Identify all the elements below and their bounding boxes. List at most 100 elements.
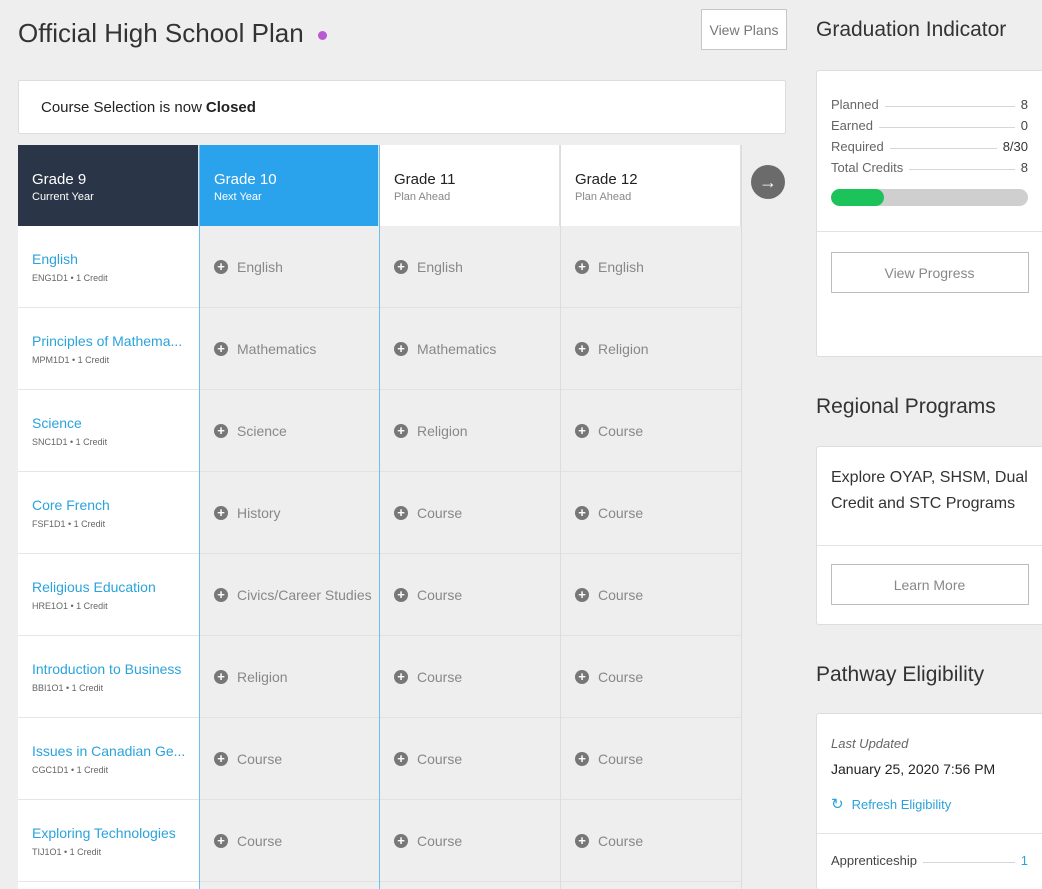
notice-text: Course Selection is now [41, 98, 202, 116]
add-icon: + [214, 751, 228, 766]
grade-name: Grade 10 [214, 171, 277, 188]
add-course-slot[interactable]: + Religion [380, 390, 560, 472]
graduation-indicator-title: Graduation Indicator [816, 18, 1007, 41]
grade-12-header[interactable]: Grade 12 Plan Ahead [561, 145, 741, 226]
grade-12-column: Grade 12 Plan Ahead + English + Religion +… [561, 145, 742, 889]
add-course-slot[interactable]: + Course [200, 718, 379, 800]
add-icon: + [214, 669, 228, 684]
add-course-slot[interactable]: + Course [561, 718, 741, 800]
course-title[interactable]: Core French [32, 497, 199, 513]
view-progress-button[interactable]: View Progress [830, 252, 1029, 293]
graduation-progress-bar [831, 189, 1028, 206]
course-title[interactable]: Exploring Technologies [32, 825, 199, 841]
add-icon: + [214, 341, 228, 356]
grade-name: Grade 12 [575, 171, 638, 188]
add-course-slot[interactable]: + Course [380, 718, 560, 800]
slot-label: Religion [237, 668, 288, 685]
add-course-slot[interactable]: + Religion [561, 308, 741, 390]
add-course-slot[interactable]: + English [561, 226, 741, 308]
add-course-slot[interactable]: + Course [561, 636, 741, 718]
grade-subtitle: Next Year [214, 191, 262, 203]
stat-label: Earned [831, 118, 873, 133]
add-icon: + [575, 587, 589, 602]
course-code: ENG1D1 • 1 Credit [32, 272, 108, 283]
next-arrow-icon[interactable]: → [751, 165, 785, 199]
learn-more-button[interactable]: Learn More [830, 564, 1029, 605]
add-course-slot[interactable]: + Mathematics [200, 308, 379, 390]
course-code: BBI1O1 • 1 Credit [32, 682, 104, 693]
slot-label: English [237, 258, 283, 275]
grade-11-header[interactable]: Grade 11 Plan Ahead [380, 145, 560, 226]
pathway-row-apprenticeship[interactable]: Apprenticeship 1 [831, 834, 1028, 868]
slot-label: Religion [598, 340, 649, 357]
add-icon: + [575, 505, 589, 520]
add-course-slot[interactable]: + Course [561, 800, 741, 882]
stat-planned: Planned 8 [831, 91, 1028, 112]
course-cell[interactable]: Science SNC1D1 • 1 Credit [18, 390, 199, 472]
course-cell[interactable]: Core French FSF1D1 • 1 Credit [18, 472, 199, 554]
course-code: TIJ1O1 • 1 Credit [32, 846, 102, 857]
add-icon: + [394, 587, 408, 602]
add-course-slot[interactable]: + English [380, 226, 560, 308]
add-course-slot[interactable]: + Mathematics [380, 308, 560, 390]
add-course-slot[interactable]: + Course [561, 554, 741, 636]
course-cell[interactable]: Religious Education HRE1O1 • 1 Credit [18, 554, 199, 636]
slot-label: Course [417, 586, 463, 603]
slot-label: Course [237, 750, 283, 767]
page-title-text: Official High School Plan [18, 18, 304, 48]
course-title[interactable]: Religious Education [32, 579, 199, 595]
add-course-slot[interactable]: + Course [380, 800, 560, 882]
add-course-slot[interactable]: + Course [561, 472, 741, 554]
course-cell[interactable]: Issues in Canadian Ge... CGC1D1 • 1 Cred… [18, 718, 199, 800]
course-cell[interactable]: English ENG1D1 • 1 Credit [18, 226, 199, 308]
add-course-slot[interactable]: + Course [200, 800, 379, 882]
add-icon: + [575, 751, 589, 766]
add-icon: + [394, 751, 408, 766]
course-title[interactable]: Issues in Canadian Ge... [32, 743, 199, 759]
graduation-card: Planned 8 Earned 0 Required 8/30 Total C… [816, 70, 1042, 357]
grade-10-header[interactable]: Grade 10 Next Year [200, 145, 379, 226]
add-course-slot[interactable]: + History [200, 472, 379, 554]
course-title[interactable]: Principles of Mathema... [32, 333, 199, 349]
refresh-label: Refresh Eligibility [851, 796, 952, 812]
add-course-slot[interactable]: + Course [380, 472, 560, 554]
stat-value: 8/30 [1002, 139, 1028, 154]
add-course-slot[interactable]: + Course [561, 390, 741, 472]
add-icon: + [214, 505, 228, 520]
slot-label: English [417, 258, 463, 275]
course-cell[interactable]: Introduction to Business BBI1O1 • 1 Cred… [18, 636, 199, 718]
leader-line [889, 148, 997, 149]
add-course-slot[interactable]: + Course [380, 554, 560, 636]
add-icon: + [394, 505, 408, 520]
stat-label: Total Credits [831, 160, 904, 175]
add-icon: + [394, 423, 408, 438]
refresh-eligibility-link[interactable]: ↻ Refresh Eligibility [817, 777, 1042, 813]
slot-label: Science [237, 422, 287, 439]
pathway-card: Last Updated January 25, 2020 7:56 PM ↻ … [816, 713, 1042, 889]
slot-label: Mathematics [237, 340, 317, 357]
slot-label: Religion [417, 422, 468, 439]
grade-subtitle: Current Year [32, 191, 94, 203]
add-icon: + [214, 423, 228, 438]
course-code: CGC1D1 • 1 Credit [32, 764, 109, 775]
course-cell[interactable]: Principles of Mathema... MPM1D1 • 1 Cred… [18, 308, 199, 390]
stat-value: 8 [1020, 97, 1028, 112]
leader-line [923, 862, 1015, 863]
course-title[interactable]: Introduction to Business [32, 661, 199, 677]
slot-label: English [598, 258, 644, 275]
course-title[interactable]: English [32, 251, 199, 267]
course-cell[interactable]: Exploring Technologies TIJ1O1 • 1 Credit [18, 800, 199, 882]
pathway-label: Apprenticeship [831, 853, 917, 868]
course-title[interactable]: Science [32, 415, 199, 431]
add-course-slot[interactable]: + Science [200, 390, 379, 472]
course-code: SNC1D1 • 1 Credit [32, 436, 108, 447]
grade-name: Grade 11 [394, 171, 456, 188]
add-course-slot[interactable]: + Civics/Career Studies [200, 554, 379, 636]
add-course-slot[interactable]: + Religion [200, 636, 379, 718]
add-course-slot[interactable]: + English [200, 226, 379, 308]
grade-9-header[interactable]: Grade 9 Current Year [18, 145, 199, 226]
grade-subtitle: Plan Ahead [575, 191, 632, 203]
add-course-slot[interactable]: + Course [380, 636, 560, 718]
stat-label: Planned [831, 97, 879, 112]
view-plans-button[interactable]: View Plans [701, 9, 787, 50]
